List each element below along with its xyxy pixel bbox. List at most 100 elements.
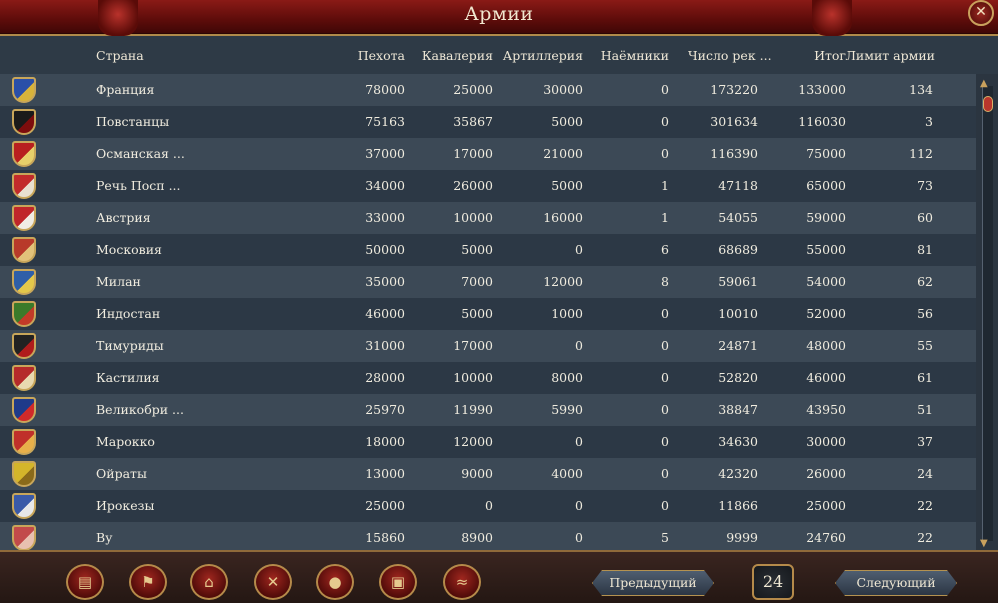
cell-regiments: 68689 — [718, 242, 758, 257]
country-name[interactable]: Повстанцы — [96, 114, 169, 129]
country-shield-icon[interactable] — [12, 109, 36, 135]
cell-total: 24760 — [806, 530, 846, 545]
country-shield-icon[interactable] — [12, 141, 36, 167]
cell-artillery: 5990 — [551, 402, 583, 417]
country-name[interactable]: Ирокезы — [96, 498, 154, 513]
cell-mercenaries: 0 — [661, 146, 669, 161]
country-name[interactable]: Речь Посп ... — [96, 178, 181, 193]
cell-infantry: 18000 — [365, 434, 405, 449]
table-row[interactable]: Повстанцы 75163 35867 5000 0 301634 116030 3 — [0, 106, 976, 138]
table-row[interactable]: Австрия 33000 10000 16000 1 54055 59000 60 — [0, 202, 976, 234]
cell-artillery: 12000 — [543, 274, 583, 289]
scrollbar-track[interactable] — [982, 86, 993, 541]
table-row[interactable]: Кастилия 28000 10000 8000 0 52820 46000 61 — [0, 362, 976, 394]
scrollbar-thumb[interactable] — [983, 96, 993, 112]
cell-cavalry: 25000 — [453, 82, 493, 97]
country-shield-icon[interactable] — [12, 525, 36, 551]
country-shield-icon[interactable] — [12, 173, 36, 199]
country-name[interactable]: Османская ... — [96, 146, 185, 161]
country-shield-icon[interactable] — [12, 397, 36, 423]
previous-button[interactable]: Предыдущий — [592, 570, 714, 596]
scroll-up-icon[interactable]: ▲ — [980, 78, 988, 89]
country-shield-icon[interactable] — [12, 365, 36, 391]
cell-artillery: 0 — [575, 434, 583, 449]
cell-limit: 56 — [917, 306, 933, 321]
cell-limit: 81 — [917, 242, 933, 257]
coins-icon: ● — [328, 573, 342, 591]
table-row[interactable]: Индостан 46000 5000 1000 0 10010 52000 56 — [0, 298, 976, 330]
country-name[interactable]: Милан — [96, 274, 141, 289]
table-row[interactable]: Милан 35000 7000 12000 8 59061 54000 62 — [0, 266, 976, 298]
close-button[interactable]: ✕ — [968, 0, 994, 26]
country-shield-icon[interactable] — [12, 269, 36, 295]
table-row[interactable]: Речь Посп ... 34000 26000 5000 1 47118 65000 73 — [0, 170, 976, 202]
cell-total: 48000 — [806, 338, 846, 353]
country-name[interactable]: Московия — [96, 242, 162, 257]
cell-cavalry: 0 — [485, 498, 493, 513]
header-regiments[interactable]: Число рек ... — [688, 48, 772, 63]
cell-mercenaries: 8 — [661, 274, 669, 289]
cell-mercenaries: 0 — [661, 338, 669, 353]
table-row[interactable]: Великобри ... 25970 11990 5990 0 38847 43950 51 — [0, 394, 976, 426]
country-shield-icon[interactable] — [12, 461, 36, 487]
cell-total: 75000 — [806, 146, 846, 161]
header-infantry[interactable]: Пехота — [358, 48, 405, 63]
country-name[interactable]: Марокко — [96, 434, 155, 449]
header-country[interactable]: Страна — [96, 48, 144, 63]
country-shield-icon[interactable] — [12, 429, 36, 455]
header-limit[interactable]: Лимит армии — [845, 48, 935, 63]
cell-regiments: 54055 — [718, 210, 758, 225]
cell-infantry: 34000 — [365, 178, 405, 193]
header-artillery[interactable]: Артиллерия — [503, 48, 583, 63]
country-shield-icon[interactable] — [12, 237, 36, 263]
cell-regiments: 42320 — [718, 466, 758, 481]
cell-regiments: 11866 — [718, 498, 758, 513]
cell-cavalry: 10000 — [453, 210, 493, 225]
cell-infantry: 75163 — [365, 114, 405, 129]
economy-button[interactable]: ● — [316, 564, 354, 600]
country-name[interactable]: Индостан — [96, 306, 160, 321]
table-row[interactable]: Тимуриды 31000 17000 0 0 24871 48000 55 — [0, 330, 976, 362]
table-row[interactable]: Московия 50000 5000 0 6 68689 55000 81 — [0, 234, 976, 266]
country-name[interactable]: Франция — [96, 82, 154, 97]
country-name[interactable]: Австрия — [96, 210, 151, 225]
cell-regiments: 173220 — [710, 82, 758, 97]
country-shield-icon[interactable] — [12, 77, 36, 103]
cell-limit: 22 — [917, 498, 933, 513]
table-row[interactable]: Ойраты 13000 9000 4000 0 42320 26000 24 — [0, 458, 976, 490]
table-row[interactable]: Марокко 18000 12000 0 0 34630 30000 37 — [0, 426, 976, 458]
table-row[interactable]: Ирокезы 25000 0 0 0 11866 25000 22 — [0, 490, 976, 522]
country-name[interactable]: Ойраты — [96, 466, 147, 481]
country-shield-icon[interactable] — [12, 205, 36, 231]
ledger-button[interactable]: ▤ — [66, 564, 104, 600]
next-button[interactable]: Следующий — [835, 570, 957, 596]
cell-cavalry: 7000 — [461, 274, 493, 289]
header-mercenaries[interactable]: Наёмники — [601, 48, 669, 63]
country-shield-icon[interactable] — [12, 301, 36, 327]
header-cavalry[interactable]: Кавалерия — [422, 48, 493, 63]
military-button[interactable]: ✕ — [254, 564, 292, 600]
country-name[interactable]: Тимуриды — [96, 338, 164, 353]
cell-artillery: 1000 — [551, 306, 583, 321]
country-name[interactable]: Ву — [96, 530, 113, 545]
table-row[interactable]: Османская ... 37000 17000 21000 0 116390 75000… — [0, 138, 976, 170]
country-name[interactable]: Великобри ... — [96, 402, 184, 417]
country-shield-icon[interactable] — [12, 493, 36, 519]
cell-regiments: 52820 — [718, 370, 758, 385]
country-shield-icon[interactable] — [12, 333, 36, 359]
cell-regiments: 24871 — [718, 338, 758, 353]
country-name[interactable]: Кастилия — [96, 370, 160, 385]
cell-limit: 134 — [909, 82, 933, 97]
header-total[interactable]: Итог — [814, 48, 846, 63]
diplomacy-button[interactable]: ≈ — [443, 564, 481, 600]
flag-button[interactable]: ⚑ — [129, 564, 167, 600]
buildings-icon: ⌂ — [204, 573, 214, 591]
cell-mercenaries: 0 — [661, 306, 669, 321]
scroll-down-icon[interactable]: ▼ — [980, 538, 988, 549]
cell-mercenaries: 0 — [661, 82, 669, 97]
cell-mercenaries: 6 — [661, 242, 669, 257]
trade-button[interactable]: ▣ — [379, 564, 417, 600]
buildings-button[interactable]: ⌂ — [190, 564, 228, 600]
table-row[interactable]: Франция 78000 25000 30000 0 173220 133000 134 — [0, 74, 976, 106]
cell-infantry: 13000 — [365, 466, 405, 481]
